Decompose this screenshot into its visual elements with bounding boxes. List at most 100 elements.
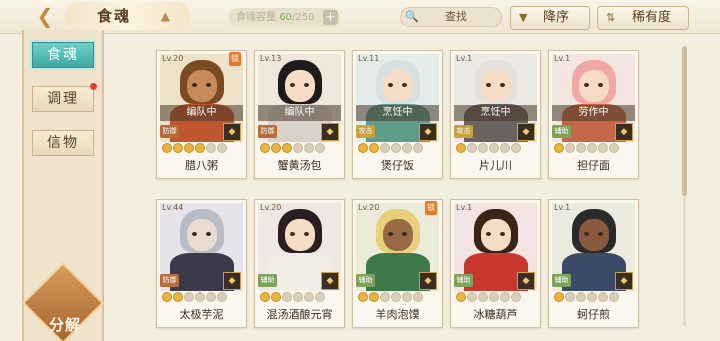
character-card[interactable]: Lv.20 锁辅助 ◆ 羊肉泡馍 [352, 199, 443, 328]
top-bar: ❮ 食魂 ▲ 食魂容量 60/250 + 🔍 查找 ▼ 降序 ⇅ 稀有度 [0, 0, 720, 34]
portrait-eye [304, 83, 309, 87]
rarity-icon: ◆ [419, 123, 437, 141]
rarity-icon: ◆ [517, 123, 535, 141]
sort-order-button[interactable]: ▼ 降序 [510, 6, 590, 30]
character-card[interactable]: Lv.1 辅助 ◆ 冰糖葫芦 [450, 199, 541, 328]
star-icon [195, 143, 205, 153]
role-badge: 辅助 [552, 274, 571, 287]
star-icon [206, 143, 216, 153]
star-icon [260, 143, 270, 153]
card-name: 片儿川 [479, 159, 512, 172]
rarity-icon: ◆ [223, 272, 241, 290]
character-card[interactable]: Lv.1 烹饪中 攻击 ◆ 片儿川 [450, 50, 541, 179]
role-badge: 攻击 [454, 125, 473, 138]
character-card[interactable]: Lv.13 编队中 防御 ◆ 蟹黄汤包 [254, 50, 345, 179]
rarity-icon: ◆ [517, 272, 535, 290]
character-card[interactable]: Lv.20 辅助 ◆ 混汤酒酿元宵 [254, 199, 345, 328]
star-icon [587, 292, 597, 302]
card-level: Lv.1 [456, 54, 473, 63]
card-name: 太极芋泥 [179, 308, 224, 321]
star-icon [358, 292, 368, 302]
star-icon [402, 292, 412, 302]
portrait-eye [402, 232, 407, 236]
star-icon [609, 143, 619, 153]
portrait-eye [290, 232, 295, 236]
star-icon [598, 143, 608, 153]
sidebar-tab-tiaoli[interactable]: 调理 [32, 83, 97, 112]
portrait-eye [206, 232, 211, 236]
scrollbar[interactable] [682, 46, 687, 326]
card-name: 羊肉泡馍 [375, 308, 420, 321]
role-badge: 防御 [160, 125, 179, 138]
card-level: Lv.20 [162, 54, 184, 63]
character-card[interactable]: Lv.20 锁编队中 防御 ◆ 腊八粥 [156, 50, 247, 179]
star-rating [162, 292, 242, 304]
capacity-max: /250 [291, 12, 315, 23]
lock-icon: 锁 [425, 201, 437, 215]
character-card[interactable]: Lv.1 辅助 ◆ 蚵仔煎 [548, 199, 639, 328]
portrait-eye [206, 83, 211, 87]
star-icon [500, 292, 510, 302]
star-icon [456, 143, 466, 153]
star-icon [217, 143, 227, 153]
star-icon [293, 143, 303, 153]
star-icon [304, 292, 314, 302]
back-arrow-icon[interactable]: ❮ [30, 4, 60, 28]
star-icon [598, 292, 608, 302]
card-level: Lv.20 [358, 203, 380, 212]
star-icon [391, 143, 401, 153]
portrait-eye [500, 83, 505, 87]
star-icon [478, 292, 488, 302]
sidebar-tab-xinwu[interactable]: 信物 [32, 130, 94, 156]
card-name: 蚵仔煎 [577, 308, 610, 321]
capacity-add-button[interactable]: + [323, 10, 338, 25]
star-rating [358, 143, 438, 155]
sidebar-tab-shihun[interactable]: 食魂 [32, 42, 94, 68]
star-icon [565, 292, 575, 302]
star-icon [282, 292, 292, 302]
star-icon [162, 292, 172, 302]
card-footer: 腊八粥 [157, 143, 246, 178]
sort-order-label: 降序 [543, 10, 570, 25]
role-badge: 辅助 [454, 274, 473, 287]
card-footer: 太极芋泥 [157, 292, 246, 327]
character-card[interactable]: Lv.11 烹饪中 攻击 ◆ 煲仔饭 [352, 50, 443, 179]
star-rating [456, 143, 536, 155]
card-name: 冰糖葫芦 [473, 308, 518, 321]
star-icon [369, 143, 379, 153]
card-name: 混汤酒酿元宵 [266, 308, 333, 321]
card-status: 编队中 [258, 105, 341, 121]
card-status: 烹饪中 [356, 105, 439, 121]
search-icon: 🔍 [405, 10, 419, 23]
scrollbar-thumb[interactable] [682, 46, 687, 196]
star-icon [500, 143, 510, 153]
decompose-label: 分解 [48, 316, 81, 334]
search-input[interactable]: 🔍 查找 [400, 7, 502, 27]
rarity-filter-button[interactable]: ⇅ 稀有度 [597, 6, 689, 30]
star-icon [260, 292, 270, 302]
star-icon [609, 292, 619, 302]
card-footer: 混汤酒酿元宵 [255, 292, 344, 327]
star-icon [413, 292, 423, 302]
card-name: 蟹黄汤包 [277, 159, 322, 172]
star-icon [456, 292, 466, 302]
character-card[interactable]: Lv.44 防御 ◆ 太极芋泥 [156, 199, 247, 328]
card-footer: 羊肉泡馍 [353, 292, 442, 327]
star-icon [576, 292, 586, 302]
capacity-current: 60 [279, 12, 292, 23]
star-icon [380, 292, 390, 302]
card-name: 担仔面 [577, 159, 610, 172]
character-card[interactable]: Lv.1 劳作中 辅助 ◆ 担仔面 [548, 50, 639, 179]
star-rating [554, 292, 634, 304]
star-icon [391, 292, 401, 302]
portrait-eye [388, 83, 393, 87]
card-footer: 蟹黄汤包 [255, 143, 344, 178]
role-badge: 辅助 [552, 125, 571, 138]
sidebar-tab-label: 信物 [47, 135, 79, 151]
star-icon [315, 292, 325, 302]
star-icon [511, 143, 521, 153]
star-rating [358, 292, 438, 304]
capacity-display: 食魂容量 60/250 + [228, 8, 340, 27]
portrait-eye [584, 83, 589, 87]
card-footer: 担仔面 [549, 143, 638, 178]
